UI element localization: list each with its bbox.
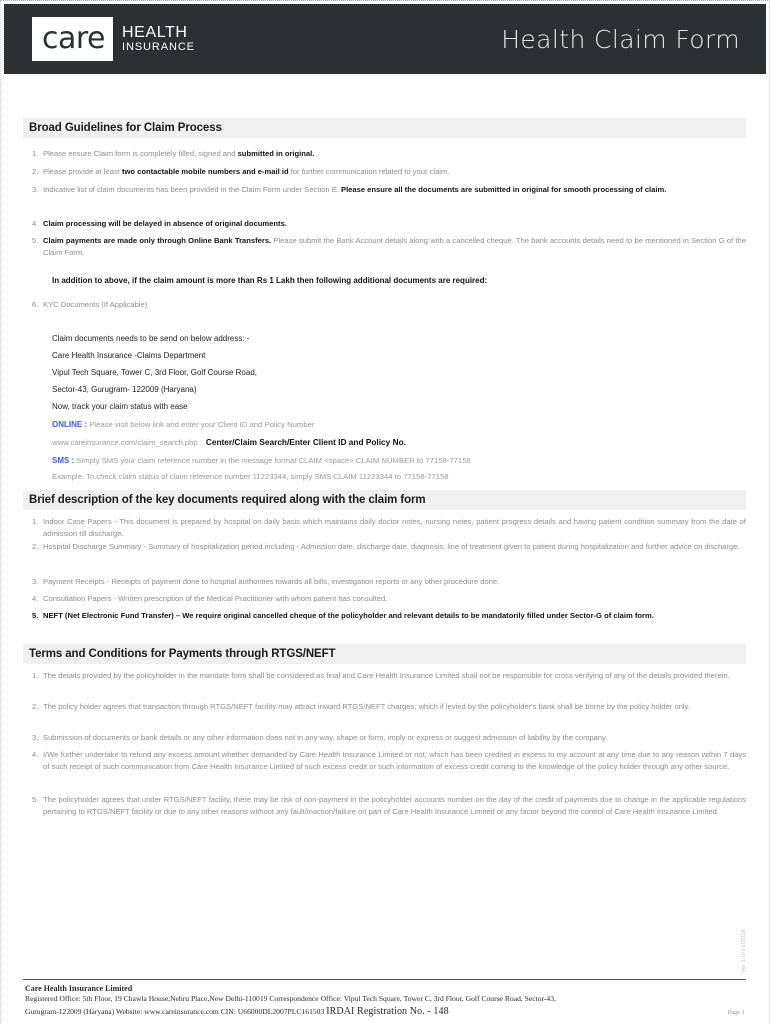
list-item-number: 3. <box>32 185 39 194</box>
list-item-body: Payment Receipts - Receipts of payment d… <box>43 577 500 586</box>
logo-subtitle-insurance: INSURANCE <box>122 40 195 53</box>
address-line-city: Sector-43, Gurugram- 122009 (Haryana) <box>52 385 197 394</box>
list-item-body: Hospital Discharge Summary - Summary of … <box>43 542 740 551</box>
section-header-terms-conditions: Terms and Conditions for Payments throug… <box>23 644 746 664</box>
list-item-emphasis: submitted in original. <box>237 149 315 158</box>
list-item-text: Please ensure Claim form is completely f… <box>43 149 238 158</box>
online-instruction: Please visit below link and enter your C… <box>89 420 315 429</box>
online-channel-row: ONLINE : Please visit below link and ent… <box>52 420 314 429</box>
list-item-emphasis: Claim processing will be delayed in abse… <box>43 219 287 228</box>
address-lead-line: Claim documents needs to be send on belo… <box>52 334 250 343</box>
list-item-body: Consultation Papers - Written prescripti… <box>43 594 388 603</box>
list-item-body: Claim payments are made only through Onl… <box>43 235 746 260</box>
footer-irdai-registration: IRDAI Registration No. - 148 <box>326 1006 449 1018</box>
list-item-body: Indoor Case Papers - This document is pr… <box>43 517 746 539</box>
list-item: 1. Please ensure Claim form is completel… <box>23 148 746 160</box>
footer-company-name: Care Health Insurance Limited <box>25 984 133 993</box>
list-item: 2. Please provide at least two contactab… <box>23 166 746 178</box>
list-item-body: I/We further undertake to refund any exc… <box>43 750 746 772</box>
list-item-emphasis: Claim payments are made only through Onl… <box>43 236 272 245</box>
list-item: 2. Hospital Discharge Summary - Summary … <box>23 541 746 553</box>
page-number: Page 1 <box>727 1009 745 1016</box>
list-item-number: 6. <box>32 300 39 309</box>
list-item-body: Claim processing will be delayed in abse… <box>43 218 746 230</box>
list-item-body: NEFT (Net Electronic Fund Transfer) – We… <box>43 611 654 620</box>
sms-example-row: Example: To check claim status of claim … <box>52 472 449 481</box>
claim-form-page: care HEALTH INSURANCE Health Claim Form … <box>0 0 770 1024</box>
list-item-body: The policyholder agrees that under RTGS/… <box>43 795 746 817</box>
table-row: 4. I/We further undertake to refund any … <box>23 749 746 774</box>
list-item: 6. KYC Documents (If Applicable) <box>23 299 746 311</box>
list-item-text: Please provide at least <box>43 167 122 176</box>
additional-documents-note: In addition to above, if the claim amoun… <box>52 276 488 285</box>
table-row: 1. The details provided by the policyhol… <box>23 670 746 682</box>
list-item-body: Please provide at least two contactable … <box>43 166 746 178</box>
list-item-text-tail: for further communication related to you… <box>288 167 450 176</box>
page-title: Health Claim Form <box>501 24 740 54</box>
list-item-number: 1. <box>32 149 39 158</box>
table-row: 5. The policyholder agrees that under RT… <box>23 794 746 819</box>
list-item-number: 5. <box>32 611 39 620</box>
footer-block: Care Health Insurance Limited Registered… <box>25 983 725 1019</box>
address-line-street: Vipul Tech Square, Tower C, 3rd Floor, G… <box>52 368 257 377</box>
list-item-body: The policy holder agrees that transactio… <box>43 702 690 711</box>
logo-subtitle-health: HEALTH <box>122 24 188 42</box>
version-code-vertical: Ver 1.0/V1/2016 <box>741 929 747 973</box>
footer-website-cin: Gurugram-122009 (Haryana) Website: www.c… <box>25 1007 325 1017</box>
footer-divider <box>23 979 746 980</box>
section-header-broad-guidelines: Broad Guidelines for Claim Process <box>23 118 746 138</box>
section-header-broad-guidelines-label: Broad Guidelines for Claim Process <box>29 122 222 134</box>
online-url-link[interactable]: www.careinsurance.com/claim_search.php <box>52 438 198 447</box>
list-item-emphasis: two contactable mobile numbers and e-mai… <box>121 167 289 176</box>
care-logo: care <box>32 17 114 61</box>
footer-contact-line: Gurugram-122009 (Haryana) Website: www.c… <box>25 1005 725 1019</box>
online-label: ONLINE : <box>52 420 88 429</box>
list-item-body: KYC Documents (If Applicable) <box>43 300 148 309</box>
track-claim-lead: Now, track your claim status with ease <box>52 402 188 411</box>
online-navigation-path: Center/Claim Search/Enter Client ID and … <box>205 437 406 447</box>
sms-label: SMS : <box>52 456 75 465</box>
list-item: 1. Indoor Case Papers - This document is… <box>23 516 746 541</box>
logo-wordmark: care <box>42 21 106 56</box>
list-item-number: 2. <box>32 542 39 551</box>
list-item: 5. Claim payments are made only through … <box>23 235 746 260</box>
list-item: 4. Claim processing will be delayed in a… <box>23 218 746 230</box>
list-item-body: Submission of documents or bank details … <box>43 733 608 742</box>
section-header-terms-conditions-label: Terms and Conditions for Payments throug… <box>29 648 336 660</box>
list-item-body: Indicative list of claim documents has b… <box>43 184 746 196</box>
list-item-number: 4. <box>32 750 39 759</box>
sms-instruction: Simply SMS your claim reference number i… <box>76 456 471 465</box>
list-item: 4. Consultation Papers - Written prescri… <box>23 593 746 605</box>
logo-subtitle: HEALTH INSURANCE <box>122 24 195 53</box>
list-item-number: 1. <box>32 671 39 680</box>
list-item: 3. Indicative list of claim documents ha… <box>23 184 746 196</box>
table-row: 2. The policy holder agrees that transac… <box>23 701 746 713</box>
list-item-number: 5. <box>32 795 39 804</box>
list-item-number: 1. <box>32 517 39 526</box>
address-line-company: Care Health Insurance -Claims Department <box>52 351 206 360</box>
list-item-number: 4. <box>32 594 39 603</box>
list-item-number: 5. <box>32 236 39 245</box>
section-header-brief-description-label: Brief description of the key documents r… <box>29 494 426 506</box>
table-row: 3. Submission of documents or bank detai… <box>23 732 746 744</box>
page-header-banner: care HEALTH INSURANCE Health Claim Form <box>4 4 766 74</box>
list-item: 5. NEFT (Net Electronic Fund Transfer) –… <box>23 610 746 622</box>
list-item-number: 4. <box>32 219 39 228</box>
online-url-row: www.careinsurance.com/claim_search.php C… <box>52 437 406 447</box>
sms-channel-row: SMS : Simply SMS your claim reference nu… <box>52 456 471 465</box>
section-header-brief-description: Brief description of the key documents r… <box>23 490 746 510</box>
list-item-number: 2. <box>32 702 39 711</box>
list-item-text: Indicative list of claim documents has b… <box>43 185 341 194</box>
list-item-number: 3. <box>32 577 39 586</box>
footer-registered-office: Registered Office: 5th Floor, 19 Chawla … <box>25 994 556 1004</box>
list-item: 3. Payment Receipts - Receipts of paymen… <box>23 576 746 588</box>
list-item-number: 3. <box>32 733 39 742</box>
list-item-body: Please ensure Claim form is completely f… <box>43 148 746 160</box>
list-item-body: The details provided by the policyholder… <box>43 671 730 680</box>
list-item-emphasis: Please ensure all the documents are subm… <box>341 185 667 194</box>
list-item-number: 2. <box>32 167 39 176</box>
